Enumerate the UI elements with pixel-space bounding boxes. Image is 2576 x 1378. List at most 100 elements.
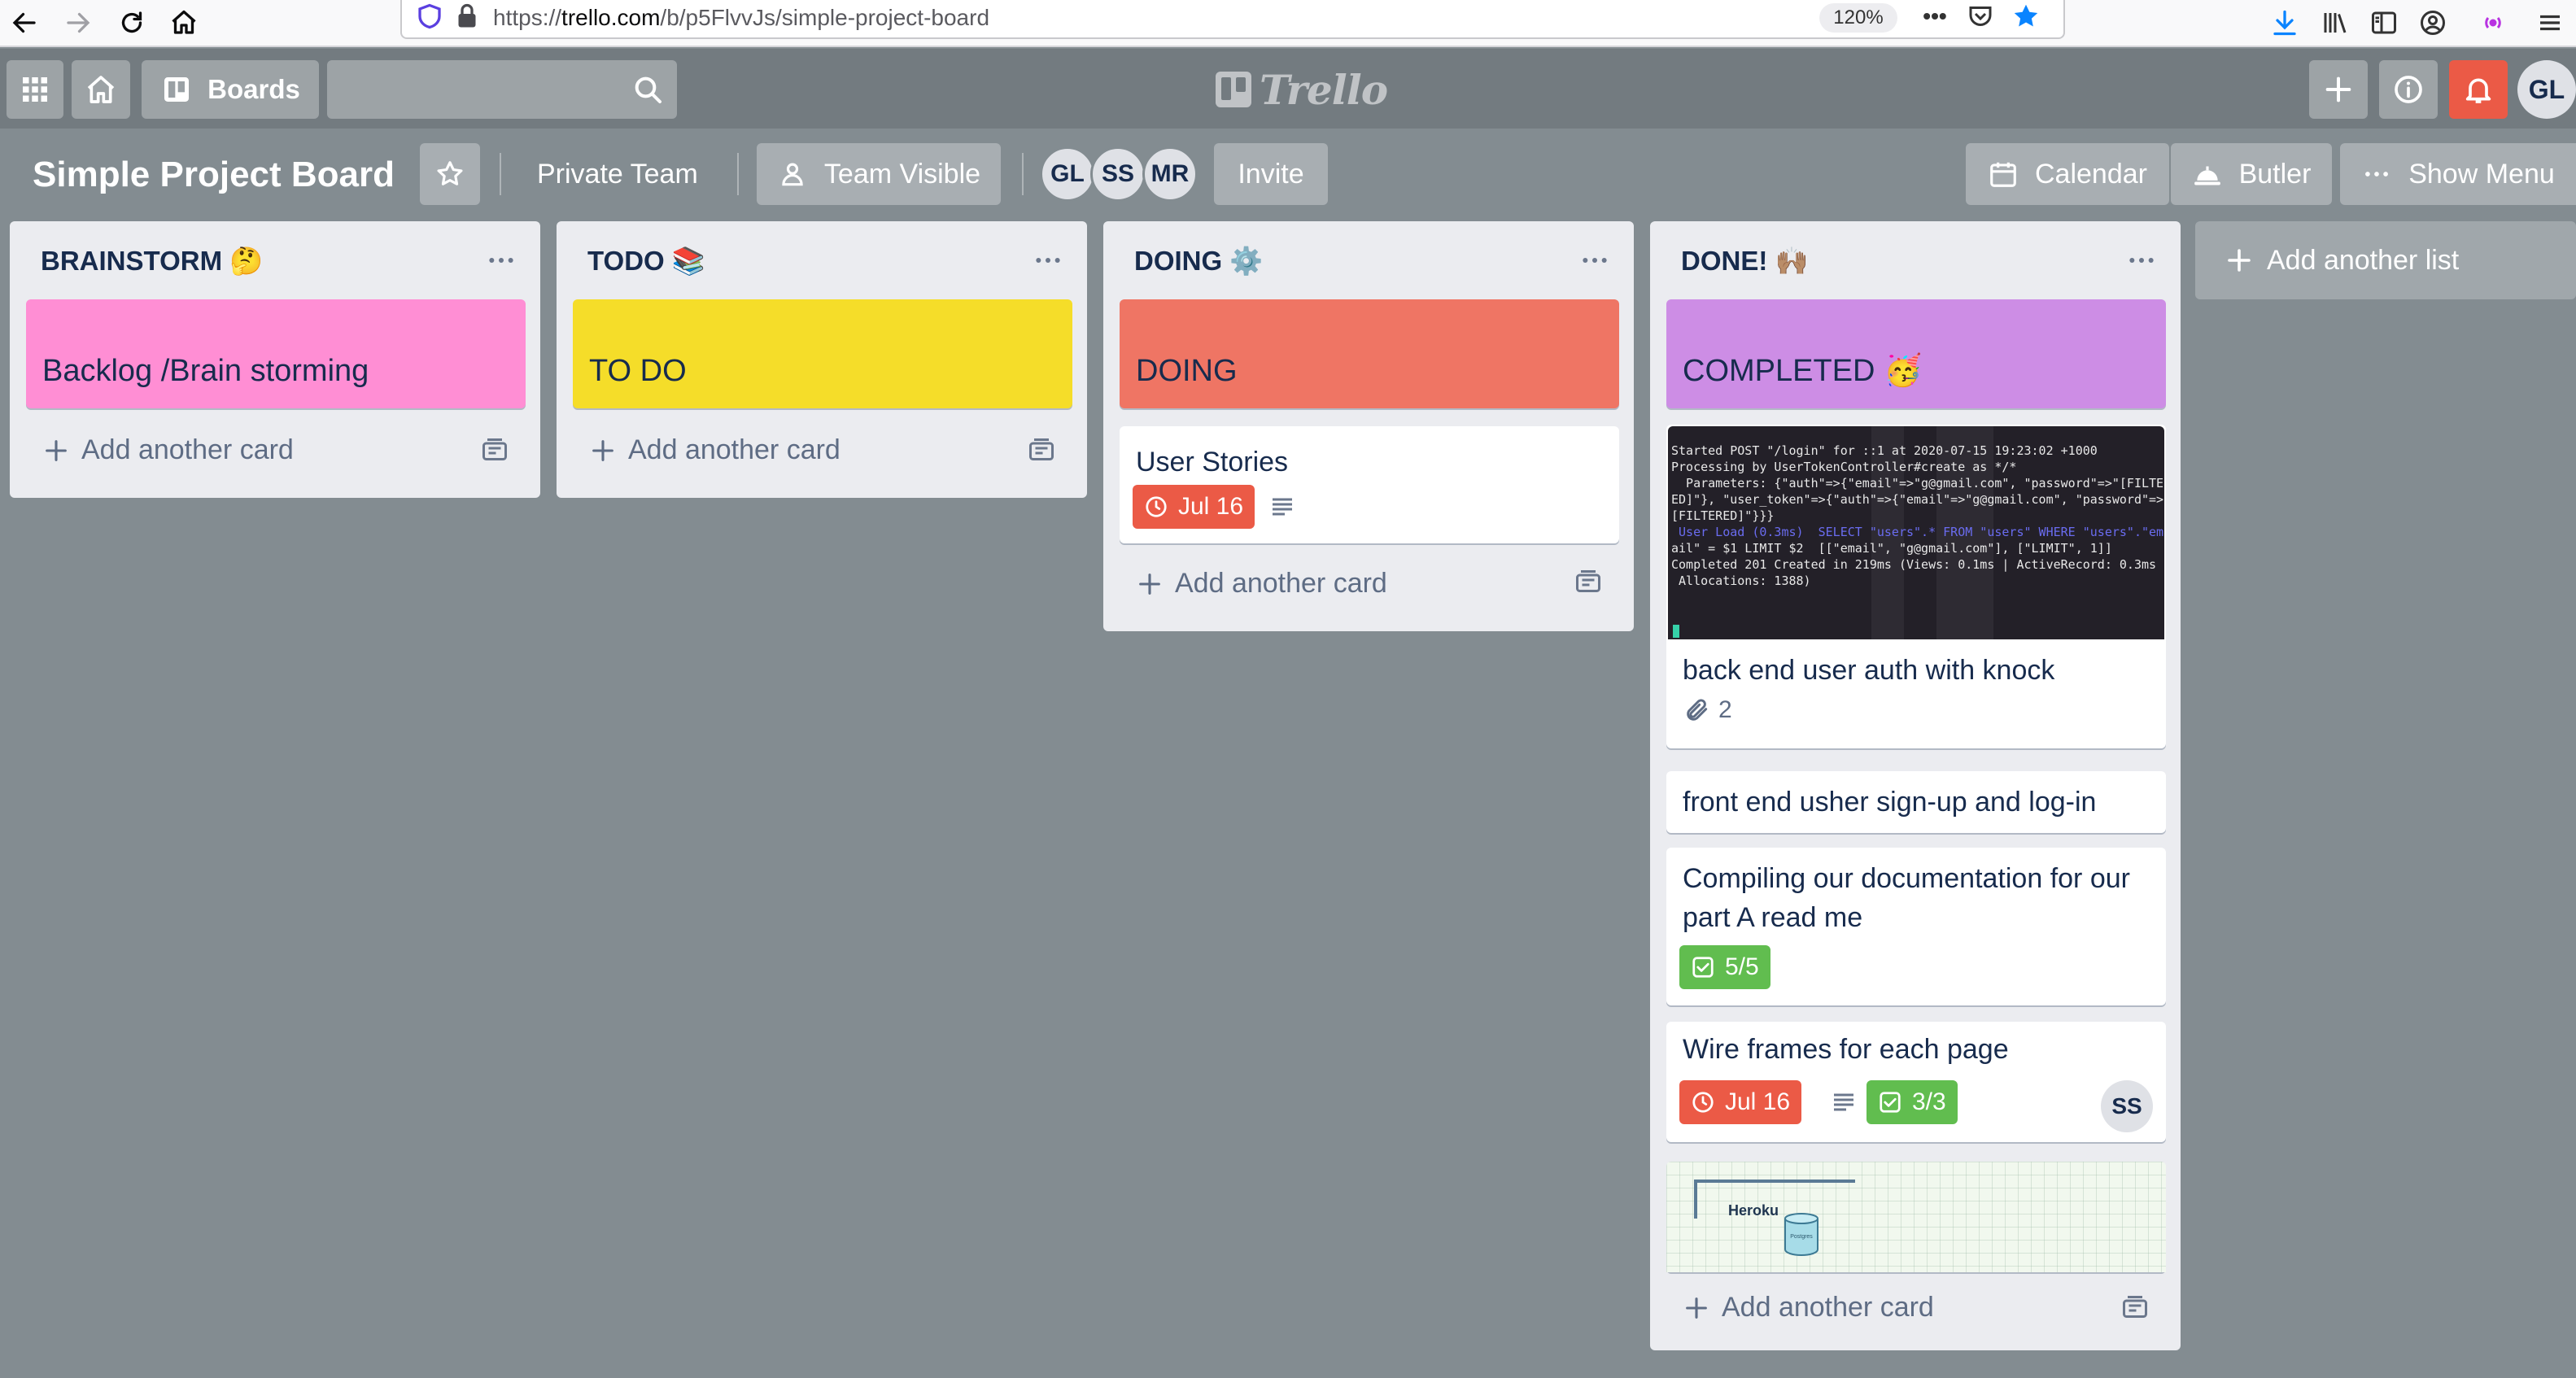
diagram-line xyxy=(1694,1180,1697,1219)
list-title[interactable]: DOING ⚙️ xyxy=(1134,246,1263,277)
page-actions-icon[interactable]: ••• xyxy=(1915,0,1954,36)
shield-icon[interactable] xyxy=(410,0,449,36)
star-button[interactable] xyxy=(420,143,480,205)
trello-logo-icon xyxy=(1216,72,1251,107)
cover-card[interactable]: COMPLETED 🥳 xyxy=(1666,299,2166,408)
card-wireframes[interactable]: Wire frames for each page Jul 16 3/3 SS xyxy=(1666,1022,2166,1142)
add-list-label: Add another list xyxy=(2267,244,2460,276)
plus-icon xyxy=(2228,249,2251,272)
team-button[interactable]: Private Team xyxy=(537,143,698,205)
home-icon[interactable] xyxy=(164,3,203,42)
add-card-button[interactable]: Add another card xyxy=(589,434,840,466)
boards-button[interactable]: Boards xyxy=(142,60,319,119)
plus-icon xyxy=(1686,1297,1707,1319)
create-button[interactable] xyxy=(2309,60,2368,119)
info-icon xyxy=(2395,76,2422,103)
zoom-level-badge[interactable]: 120% xyxy=(1819,3,1897,33)
cover-card[interactable]: TO DO xyxy=(573,299,1072,408)
due-date-badge[interactable]: Jul 16 xyxy=(1679,1080,1802,1124)
extension-icon[interactable] xyxy=(2473,3,2513,42)
pocket-icon[interactable] xyxy=(1961,0,2000,36)
checkbox-icon xyxy=(1692,957,1714,978)
due-date-label: Jul 16 xyxy=(1178,493,1244,520)
card-documentation[interactable]: Compiling our documentation for our part… xyxy=(1666,848,2166,1005)
list-doing: DOING ⚙️ DOING User Stories Jul 16 Add a… xyxy=(1103,221,1634,631)
home-button[interactable] xyxy=(72,60,130,119)
card-backend-auth[interactable]: Started POST "/login" for ::1 at 2020-07… xyxy=(1666,425,2166,748)
board-title[interactable]: Simple Project Board xyxy=(33,155,395,195)
add-card-button[interactable]: Add another card xyxy=(1136,568,1387,600)
reload-icon[interactable] xyxy=(112,3,151,42)
search-box[interactable] xyxy=(327,60,677,119)
database-label: Postgres xyxy=(1790,1234,1813,1240)
list-title[interactable]: BRAINSTORM 🤔 xyxy=(41,246,263,277)
show-menu-label: Show Menu xyxy=(2408,158,2555,190)
back-icon[interactable] xyxy=(5,3,44,42)
butler-bell-icon xyxy=(2194,166,2220,185)
user-avatar[interactable]: GL xyxy=(2517,60,2576,119)
trello-logo[interactable]: Trello xyxy=(1216,65,1388,114)
list-title[interactable]: TODO 📚 xyxy=(587,246,705,277)
calendar-button[interactable]: Calendar xyxy=(1966,143,2169,205)
search-input[interactable] xyxy=(327,60,620,119)
card-title: Backlog /Brain storming xyxy=(42,354,369,388)
show-menu-button[interactable]: Show Menu xyxy=(2340,143,2576,205)
checkbox-icon xyxy=(1880,1092,1901,1113)
search-icon[interactable] xyxy=(631,73,664,106)
card-template-icon[interactable] xyxy=(1027,436,1056,465)
description-icon xyxy=(1834,1093,1853,1111)
list-menu-icon[interactable] xyxy=(485,244,517,277)
card-diagram[interactable]: Heroku Postgres xyxy=(1666,1162,2166,1272)
menu-icon[interactable] xyxy=(2530,3,2569,42)
url-bar[interactable]: https://trello.com/b/p5FlvvJs/simple-pro… xyxy=(400,0,2065,39)
bookmark-star-icon[interactable] xyxy=(2006,0,2046,36)
visibility-button[interactable]: Team Visible xyxy=(757,143,1001,205)
notifications-button[interactable] xyxy=(2449,60,2508,119)
downloads-icon[interactable] xyxy=(2265,3,2304,42)
add-list-button[interactable]: Add another list xyxy=(2195,221,2576,299)
board-member-avatar[interactable]: SS xyxy=(1090,146,1146,202)
checklist-count: 3/3 xyxy=(1912,1088,1946,1115)
lock-icon[interactable] xyxy=(448,0,487,36)
plus-icon xyxy=(592,439,613,461)
terminal-text: Started POST "/login" for ::1 at 2020-07… xyxy=(1671,443,2164,588)
add-card-label: Add another card xyxy=(1175,568,1387,599)
more-icon xyxy=(2365,172,2389,177)
list-title[interactable]: DONE! 🙌🏽 xyxy=(1681,246,1809,277)
list-menu-icon[interactable] xyxy=(1032,244,1064,277)
card-template-icon[interactable] xyxy=(1574,568,1603,597)
due-date-badge[interactable]: Jul 16 xyxy=(1133,485,1255,529)
add-card-label: Add another card xyxy=(628,434,840,465)
invite-button[interactable]: Invite xyxy=(1214,143,1328,205)
butler-button[interactable]: Butler xyxy=(2171,143,2332,205)
card-template-icon[interactable] xyxy=(480,436,509,465)
card-user-stories[interactable]: User Stories Jul 16 xyxy=(1120,426,1619,543)
card-title: front end usher sign-up and log-in xyxy=(1683,787,2097,818)
forward-icon[interactable] xyxy=(59,3,98,42)
url-text[interactable]: https://trello.com/b/p5FlvvJs/simple-pro… xyxy=(493,5,989,31)
cover-card[interactable]: DOING xyxy=(1120,299,1619,408)
info-button[interactable] xyxy=(2379,60,2438,119)
clock-icon xyxy=(1146,496,1167,517)
board-member-avatar[interactable]: MR xyxy=(1142,146,1198,202)
cover-card[interactable]: Backlog /Brain storming xyxy=(26,299,526,408)
card-title: User Stories xyxy=(1136,447,1289,478)
add-card-button[interactable]: Add another card xyxy=(1683,1292,1934,1323)
terminal-screenshot-image: Started POST "/login" for ::1 at 2020-07… xyxy=(1668,426,2164,639)
card-title: DOING xyxy=(1136,354,1238,388)
apps-button[interactable] xyxy=(7,60,63,119)
list-menu-icon[interactable] xyxy=(2125,244,2158,277)
list-menu-icon[interactable] xyxy=(1578,244,1611,277)
trello-header: Boards Trello GL xyxy=(0,49,2576,129)
sidebar-icon[interactable] xyxy=(2364,3,2404,42)
card-template-icon[interactable] xyxy=(2120,1293,2150,1323)
checklist-badge: 3/3 xyxy=(1867,1080,1958,1124)
card-frontend-signup[interactable]: front end usher sign-up and log-in xyxy=(1666,771,2166,833)
plus-icon xyxy=(2325,76,2351,102)
library-icon[interactable] xyxy=(2316,3,2355,42)
account-icon[interactable] xyxy=(2413,3,2452,42)
board-member-avatar[interactable]: GL xyxy=(1040,146,1095,202)
calendar-icon xyxy=(1990,162,2016,187)
add-card-button[interactable]: Add another card xyxy=(42,434,294,466)
card-member-avatar[interactable]: SS xyxy=(2101,1080,2153,1132)
